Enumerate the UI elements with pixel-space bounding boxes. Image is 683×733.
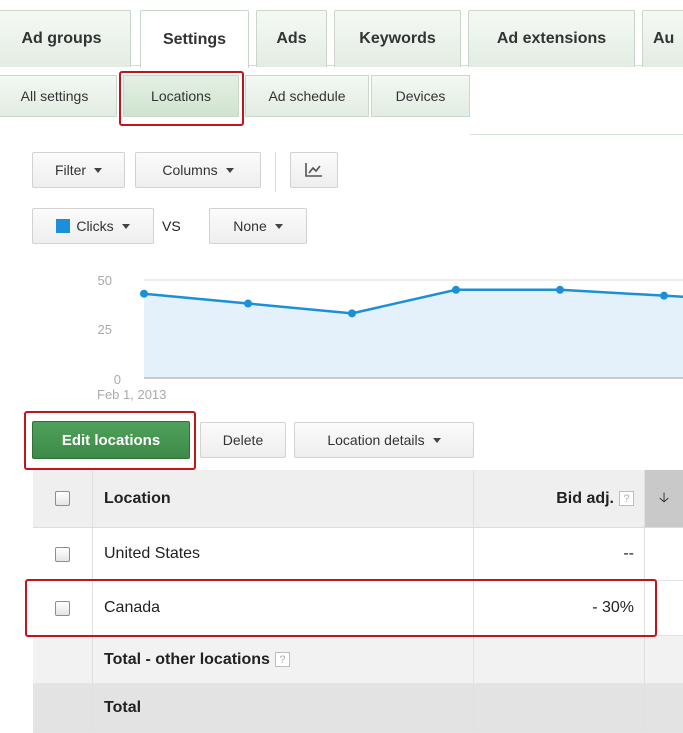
row-checkbox[interactable] — [55, 546, 70, 562]
edit-locations-button[interactable]: Edit locations — [32, 421, 190, 459]
tab-settings[interactable]: Settings — [140, 10, 249, 68]
total-other-locations-row: Total - other locations? — [33, 636, 683, 684]
subtab-all-settings[interactable]: All settings — [0, 75, 117, 117]
clicks-chart: 50 25 0 Feb 1, 2013 — [97, 273, 683, 402]
table-row: Canada - 30% — [33, 581, 683, 636]
total-other-label: Total - other locations? — [93, 636, 474, 683]
data-point[interactable] — [660, 291, 668, 300]
total-row: Total — [33, 684, 683, 733]
bid-adj-cell[interactable]: -- — [474, 528, 645, 580]
select-all-checkbox[interactable] — [55, 491, 70, 506]
subtab-devices[interactable]: Devices — [371, 75, 470, 117]
y-tick-label: 50 — [98, 273, 112, 288]
location-cell: Canada — [93, 581, 474, 635]
row-checkbox[interactable] — [55, 600, 70, 616]
data-point[interactable] — [244, 299, 252, 308]
data-point[interactable] — [452, 285, 460, 294]
total-label: Total — [93, 684, 474, 732]
clicks-area — [144, 289, 683, 378]
columns-button[interactable]: Columns — [135, 152, 261, 188]
delete-button[interactable]: Delete — [200, 422, 286, 458]
y-tick-label: 0 — [114, 372, 121, 387]
tab-ad-extensions[interactable]: Ad extensions — [468, 10, 635, 67]
metric-select-clicks[interactable]: Clicks — [32, 208, 154, 244]
help-icon[interactable]: ? — [274, 652, 290, 667]
data-point[interactable] — [348, 309, 356, 318]
tab-keywords[interactable]: Keywords — [334, 10, 461, 67]
chevron-down-icon — [432, 437, 441, 443]
x-start-label: Feb 1, 2013 — [97, 387, 166, 402]
y-tick-label: 25 — [98, 322, 112, 337]
metric-select-none[interactable]: None — [209, 208, 307, 244]
chevron-down-icon — [274, 223, 283, 229]
location-details-button[interactable]: Location details — [294, 422, 474, 458]
tab-ads[interactable]: Ads — [256, 10, 327, 67]
chart-toggle-button[interactable] — [290, 152, 338, 188]
table-header-row: Location Bid adj.? 🡣 — [33, 470, 683, 528]
tab-audiences[interactable]: Au — [642, 10, 683, 67]
campaign-tabs: Ad groups Settings Ads Keywords Ad exten… — [0, 0, 683, 68]
data-point[interactable] — [556, 285, 564, 294]
filter-button[interactable]: Filter — [32, 152, 125, 188]
column-header-location[interactable]: Location — [93, 470, 474, 527]
data-point[interactable] — [140, 289, 148, 298]
tab-ad-groups[interactable]: Ad groups — [0, 10, 131, 67]
help-icon[interactable]: ? — [619, 491, 634, 506]
table-row: United States -- — [33, 528, 683, 581]
bid-adj-cell[interactable]: - 30% — [474, 581, 645, 635]
chevron-down-icon — [225, 167, 234, 173]
toolbar-divider — [275, 152, 276, 192]
subtab-divider — [470, 134, 683, 135]
chevron-down-icon — [94, 167, 103, 173]
vs-label: VS — [162, 218, 181, 234]
chevron-down-icon — [121, 223, 130, 229]
subtab-locations[interactable]: Locations — [123, 75, 239, 117]
metric-color-swatch — [56, 219, 71, 233]
subtab-ad-schedule[interactable]: Ad schedule — [245, 75, 369, 117]
location-cell: United States — [93, 528, 474, 580]
line-chart-icon — [305, 163, 322, 177]
column-header-bid-adj[interactable]: Bid adj.? — [474, 470, 645, 527]
sort-arrow-icon[interactable]: 🡣 — [645, 470, 683, 527]
